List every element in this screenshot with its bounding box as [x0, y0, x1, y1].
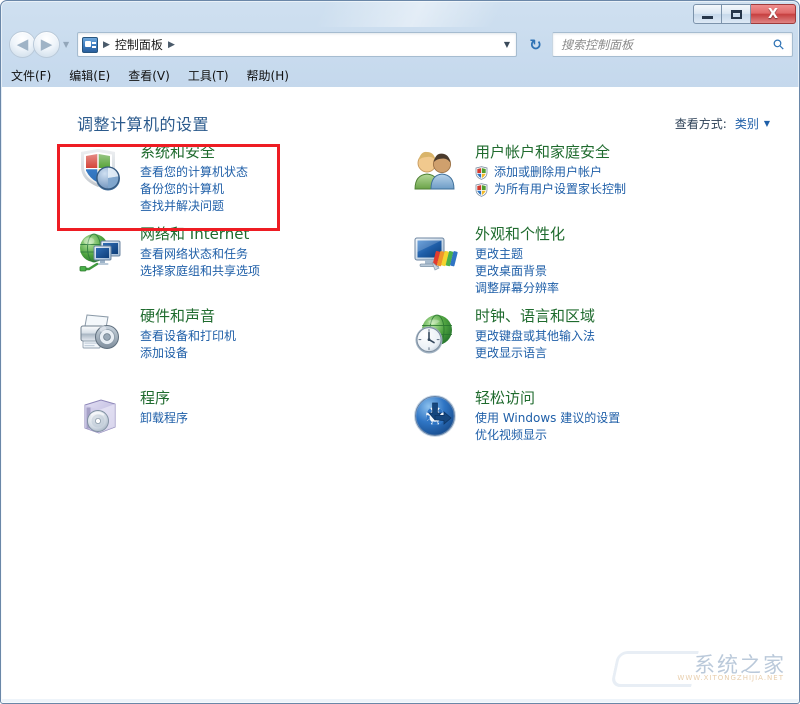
category-title[interactable]: 轻松访问 [475, 389, 535, 408]
close-icon: X [767, 6, 779, 22]
link-view-devices-and-printers[interactable]: 查看设备和打印机 [140, 328, 397, 345]
link-back-up-computer[interactable]: 备份您的计算机 [140, 181, 397, 198]
breadcrumb-separator-icon: ▶ [103, 39, 110, 50]
menu-item-file[interactable]: 文件(F) [2, 65, 60, 86]
title-bar: X [1, 1, 799, 27]
maximize-button[interactable] [722, 4, 751, 24]
view-by-value[interactable]: 类别 [735, 115, 759, 132]
category-network-and-internet[interactable]: 网络和 Internet 查看网络状态和任务 选择家庭组和共享选项 [77, 225, 397, 299]
view-by-label: 查看方式: [674, 117, 727, 131]
users-icon [412, 147, 458, 193]
uac-shield-icon [475, 183, 488, 197]
link-change-display-language[interactable]: 更改显示语言 [475, 345, 732, 362]
link-optimize-visual-display[interactable]: 优化视频显示 [475, 427, 732, 444]
menu-item-help[interactable]: 帮助(H) [238, 65, 298, 86]
ease-of-access-icon [412, 393, 458, 439]
link-view-network-status[interactable]: 查看网络状态和任务 [140, 246, 397, 263]
link-change-the-theme[interactable]: 更改主题 [475, 246, 732, 263]
navigation-bar: ◀ ▶ ▼ ▶ 控制面板 ▶ ▼ ↻ 搜索控制面板 ⚲ [1, 27, 799, 63]
category-title[interactable]: 外观和个性化 [475, 225, 565, 244]
category-title[interactable]: 时钟、语言和区域 [475, 307, 595, 326]
display-palette-icon [412, 229, 458, 275]
category-clock-language-and-region[interactable]: 时钟、语言和区域 更改键盘或其他输入法 更改显示语言 [412, 307, 732, 381]
printer-icon [77, 311, 123, 357]
nav-buttons-group: ◀ ▶ ▼ [9, 31, 69, 58]
page-title: 调整计算机的设置 [77, 115, 210, 134]
control-panel-icon [82, 36, 98, 53]
category-title[interactable]: 用户帐户和家庭安全 [475, 143, 610, 162]
category-appearance-and-personalization[interactable]: 外观和个性化 更改主题 更改桌面背景 调整屏幕分辨率 [412, 225, 732, 299]
category-programs[interactable]: 程序 卸载程序 [77, 389, 397, 463]
link-add-a-device[interactable]: 添加设备 [140, 345, 397, 362]
breadcrumb-separator-icon-2[interactable]: ▶ [168, 40, 175, 50]
category-hardware-and-sound[interactable]: 硬件和声音 查看设备和打印机 添加设备 [77, 307, 397, 381]
back-button[interactable]: ◀ [9, 31, 36, 58]
address-bar[interactable]: ▶ 控制面板 ▶ ▼ [77, 32, 517, 57]
uac-shield-icon [475, 166, 488, 180]
address-dropdown-caret-icon[interactable]: ▼ [504, 40, 510, 49]
category-title[interactable]: 网络和 Internet [140, 225, 249, 244]
link-label: 添加或删除用户帐户 [494, 165, 603, 179]
link-check-computer-status[interactable]: 查看您的计算机状态 [140, 164, 397, 181]
search-box[interactable]: 搜索控制面板 ⚲ [552, 32, 793, 57]
link-set-up-parental-controls[interactable]: 为所有用户设置家长控制 [475, 181, 732, 198]
category-column-left: 系统和安全 查看您的计算机状态 备份您的计算机 查找并解决问题 网络和 Inte… [77, 143, 397, 471]
category-system-and-security[interactable]: 系统和安全 查看您的计算机状态 备份您的计算机 查找并解决问题 [77, 143, 397, 217]
menu-item-tools[interactable]: 工具(T) [179, 65, 238, 86]
forward-button[interactable]: ▶ [33, 31, 60, 58]
forward-arrow-icon: ▶ [40, 35, 53, 53]
link-find-and-fix-problems[interactable]: 查找并解决问题 [140, 198, 397, 215]
search-icon: ⚲ [769, 35, 789, 54]
link-change-desktop-background[interactable]: 更改桌面背景 [475, 263, 732, 280]
category-user-accounts-and-family-safety[interactable]: 用户帐户和家庭安全 添加或删除用户帐户 为所有用户设置家长控制 [412, 143, 732, 217]
content-pane: 调整计算机的设置 查看方式: 类别 ▼ 系统和安全 查看您的计算机状态 备份您的… [2, 87, 799, 699]
link-use-windows-suggested-settings[interactable]: 使用 Windows 建议的设置 [475, 410, 732, 427]
programs-cd-icon [77, 393, 123, 439]
minimize-button[interactable] [693, 4, 722, 24]
back-arrow-icon: ◀ [16, 35, 29, 53]
chevron-down-icon[interactable]: ▼ [764, 119, 770, 128]
breadcrumb-control-panel[interactable]: 控制面板 [115, 36, 163, 53]
link-adjust-screen-resolution[interactable]: 调整屏幕分辨率 [475, 280, 732, 297]
category-title[interactable]: 程序 [140, 389, 170, 408]
menu-bar: 文件(F) 编辑(E) 查看(V) 工具(T) 帮助(H) [2, 63, 799, 87]
recent-pages-caret-icon[interactable]: ▼ [63, 40, 69, 49]
menu-item-view[interactable]: 查看(V) [119, 65, 179, 86]
close-button[interactable]: X [751, 4, 796, 24]
link-uninstall-a-program[interactable]: 卸载程序 [140, 410, 397, 427]
link-homegroup-sharing-options[interactable]: 选择家庭组和共享选项 [140, 263, 397, 280]
refresh-button[interactable]: ↻ [523, 32, 548, 57]
category-ease-of-access[interactable]: 轻松访问 使用 Windows 建议的设置 优化视频显示 [412, 389, 732, 463]
clock-globe-icon [412, 311, 458, 357]
window-controls: X [693, 4, 796, 25]
menu-item-edit[interactable]: 编辑(E) [60, 65, 119, 86]
link-add-or-remove-user-accounts[interactable]: 添加或删除用户帐户 [475, 164, 732, 181]
category-title[interactable]: 硬件和声音 [140, 307, 215, 326]
category-title[interactable]: 系统和安全 [140, 143, 215, 162]
watermark-subtext: WWW.XITONGZHIJIA.NET [677, 674, 784, 682]
globe-monitors-icon [77, 229, 123, 275]
minimize-icon [702, 16, 713, 19]
link-change-keyboards-or-input-methods[interactable]: 更改键盘或其他输入法 [475, 328, 732, 345]
shield-pie-icon [77, 147, 123, 193]
control-panel-window: X ◀ ▶ ▼ ▶ 控制面板 ▶ ▼ ↻ 搜索控制面板 ⚲ 文件(F) 编辑(E… [0, 0, 800, 704]
category-column-right: 用户帐户和家庭安全 添加或删除用户帐户 为所有用户设置家长控制 外观和个性化 更… [412, 143, 732, 471]
maximize-icon [730, 9, 742, 19]
refresh-icon: ↻ [529, 35, 542, 54]
aero-glass-sheen [1, 1, 799, 27]
search-input[interactable]: 搜索控制面板 [561, 36, 633, 53]
link-label: 为所有用户设置家长控制 [494, 182, 627, 196]
view-by-selector[interactable]: 查看方式: 类别 ▼ [675, 115, 770, 132]
watermark: 系统之家 WWW.XITONGZHIJIA.NET [610, 643, 792, 691]
